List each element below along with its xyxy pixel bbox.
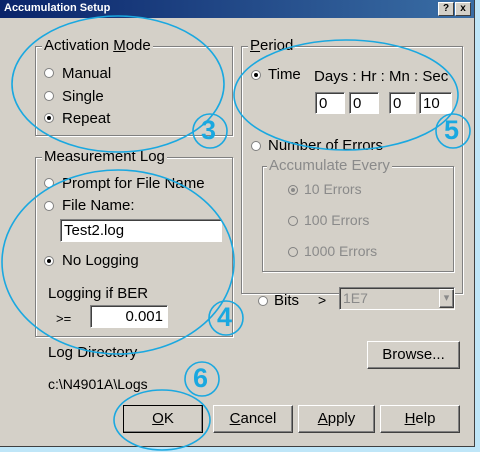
callout-overlay: [1, 15, 471, 451]
callout-number-5: 5: [444, 115, 460, 145]
callout-ring-period: [233, 39, 459, 151]
callout-ring-ok: [113, 389, 211, 451]
callout-number-3: 3: [201, 115, 217, 145]
callout-number-6: 6: [193, 363, 209, 393]
callout-ring-activation: [11, 15, 225, 153]
callout-number-4: 4: [217, 302, 233, 332]
callout-ring-log: [1, 169, 235, 355]
